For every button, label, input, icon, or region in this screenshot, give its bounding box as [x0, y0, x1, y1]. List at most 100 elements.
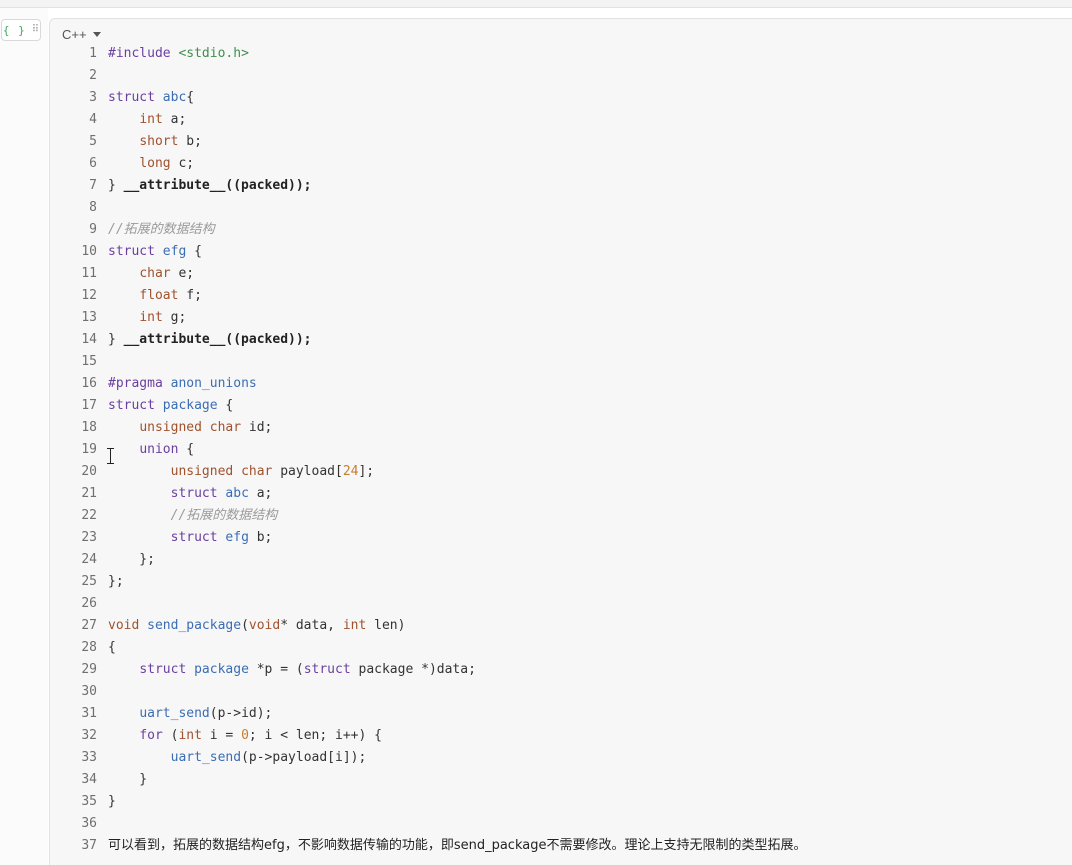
code-text[interactable]: float f; — [108, 285, 202, 307]
code-line[interactable]: 21 struct abc a; — [50, 483, 1072, 505]
code-text[interactable]: } __attribute__((packed)); — [108, 175, 312, 197]
line-number: 6 — [89, 156, 97, 171]
code-text[interactable]: #pragma anon_unions — [108, 373, 257, 395]
code-token: }; — [108, 574, 124, 589]
code-text[interactable]: 可以看到，拓展的数据结构efg，不影响数据传输的功能，即send_package… — [108, 835, 806, 857]
language-selector[interactable]: C++ — [62, 25, 101, 43]
code-line[interactable]: 31 uart_send(p->id); — [50, 703, 1072, 725]
code-token: ( — [162, 728, 179, 743]
code-line[interactable]: 11 char e; — [50, 263, 1072, 285]
line-number: 21 — [81, 486, 97, 501]
code-text[interactable]: unsigned char payload[24]; — [108, 461, 375, 483]
code-line[interactable]: 7 } __attribute__((packed)); — [50, 175, 1072, 197]
code-block-handle[interactable]: { } ⠿ — [1, 19, 41, 41]
code-token: anon_unions — [170, 376, 257, 391]
code-line[interactable]: 6 long c; — [50, 153, 1072, 175]
code-line[interactable]: 13 int g; — [50, 307, 1072, 329]
code-text[interactable]: struct package { — [108, 395, 233, 417]
code-line[interactable]: 1 #include <stdio.h> — [50, 43, 1072, 65]
code-line[interactable]: 33 uart_send(p->payload[i]); — [50, 747, 1072, 769]
code-token: 0 — [241, 728, 249, 743]
code-line[interactable]: 23 struct efg b; — [50, 527, 1072, 549]
code-text[interactable]: unsigned char id; — [108, 417, 272, 439]
code-text[interactable]: struct abc a; — [108, 483, 273, 505]
code-text[interactable]: { — [108, 637, 116, 659]
code-line[interactable]: 28 { — [50, 637, 1072, 659]
code-text[interactable]: long c; — [108, 153, 194, 175]
code-line[interactable]: 15 — [50, 351, 1072, 373]
code-line[interactable]: 37 可以看到，拓展的数据结构efg，不影响数据传输的功能，即send_packa… — [50, 835, 1072, 857]
code-token: long — [139, 156, 171, 171]
line-number: 34 — [81, 772, 97, 787]
code-text[interactable]: char e; — [108, 263, 194, 285]
code-line[interactable]: 27 void send_package(void* data, int len) — [50, 615, 1072, 637]
code-line[interactable]: 26 — [50, 593, 1072, 615]
line-number: 7 — [89, 178, 97, 193]
code-line[interactable]: 35} — [50, 791, 1072, 813]
code-line[interactable]: 8 — [50, 197, 1072, 219]
code-text[interactable]: } — [108, 791, 116, 813]
code-token: (p->payload[i]); — [241, 750, 367, 765]
code-text[interactable]: struct abc{ — [108, 87, 194, 109]
code-token: struct — [139, 662, 195, 677]
code-line[interactable]: 12 float f; — [50, 285, 1072, 307]
code-block[interactable]: C++ 1 #include <stdio.h> 2 3 struct abc{4 in… — [49, 18, 1072, 865]
code-line[interactable]: 32 for (int i = 0; i < len; i++) { — [50, 725, 1072, 747]
code-line[interactable]: 17 struct package { — [50, 395, 1072, 417]
code-text[interactable]: int g; — [108, 307, 186, 329]
code-line[interactable]: 18 unsigned char id; — [50, 417, 1072, 439]
code-text[interactable]: struct efg b; — [108, 527, 273, 549]
code-token: char — [139, 266, 171, 281]
code-text[interactable]: int a; — [108, 109, 186, 131]
code-text[interactable]: union { — [108, 439, 194, 461]
code-text[interactable]: #include <stdio.h> — [108, 43, 249, 65]
code-text[interactable]: }; — [108, 549, 155, 571]
code-token: { — [108, 640, 116, 655]
code-text[interactable]: } — [108, 769, 147, 791]
line-number: 26 — [81, 596, 97, 611]
code-text[interactable]: struct efg { — [108, 241, 202, 263]
code-token: int — [178, 728, 202, 743]
code-line[interactable]: 9 //拓展的数据结构 — [50, 219, 1072, 241]
code-line[interactable]: 19 union { — [50, 439, 1072, 461]
code-line[interactable]: 34 } — [50, 769, 1072, 791]
code-text[interactable]: //拓展的数据结构 — [108, 219, 215, 241]
code-text[interactable]: void send_package(void* data, int len) — [108, 615, 405, 637]
code-line[interactable]: 29 struct package *p = (struct package *… — [50, 659, 1072, 681]
code-text[interactable]: struct package *p = (struct package *)da… — [108, 659, 476, 681]
line-number: 9 — [89, 222, 97, 237]
code-line[interactable]: 20 unsigned char payload[24]; — [50, 461, 1072, 483]
code-token: abc — [162, 90, 187, 105]
code-line[interactable]: 16 #pragma anon_unions — [50, 373, 1072, 395]
code-token: { — [217, 398, 234, 413]
line-number: 18 — [81, 420, 97, 435]
code-text[interactable]: }; — [108, 571, 124, 593]
code-line[interactable]: 10 struct efg { — [50, 241, 1072, 263]
code-line[interactable]: 25}; — [50, 571, 1072, 593]
code-line[interactable]: 4 int a; — [50, 109, 1072, 131]
code-token: package *)data; — [358, 662, 476, 677]
code-line[interactable]: 36 — [50, 813, 1072, 835]
code-line[interactable]: 5 short b; — [50, 131, 1072, 153]
code-line[interactable]: 2 — [50, 65, 1072, 87]
code-text[interactable]: uart_send(p->payload[i]); — [108, 747, 367, 769]
language-label: C++ — [62, 26, 87, 42]
code-token: efg — [162, 244, 187, 259]
code-text[interactable]: //拓展的数据结构 — [108, 505, 278, 527]
code-line[interactable]: 24 }; — [50, 549, 1072, 571]
code-text[interactable]: short b; — [108, 131, 202, 153]
code-text[interactable]: uart_send(p->id); — [108, 703, 272, 725]
code-token: int — [139, 112, 163, 127]
code-line[interactable]: 30 — [50, 681, 1072, 703]
code-text[interactable]: for (int i = 0; i < len; i++) { — [108, 725, 382, 747]
code-line[interactable]: 3 struct abc{ — [50, 87, 1072, 109]
line-number: 3 — [89, 90, 97, 105]
code-lines[interactable]: 1 #include <stdio.h> 2 3 struct abc{4 int a;… — [50, 43, 1072, 857]
code-text[interactable]: } __attribute__((packed)); — [108, 329, 312, 351]
drag-handle-icon[interactable]: ⠿ — [32, 25, 39, 35]
code-line[interactable]: 22 //拓展的数据结构 — [50, 505, 1072, 527]
code-line[interactable]: 14} __attribute__((packed)); — [50, 329, 1072, 351]
